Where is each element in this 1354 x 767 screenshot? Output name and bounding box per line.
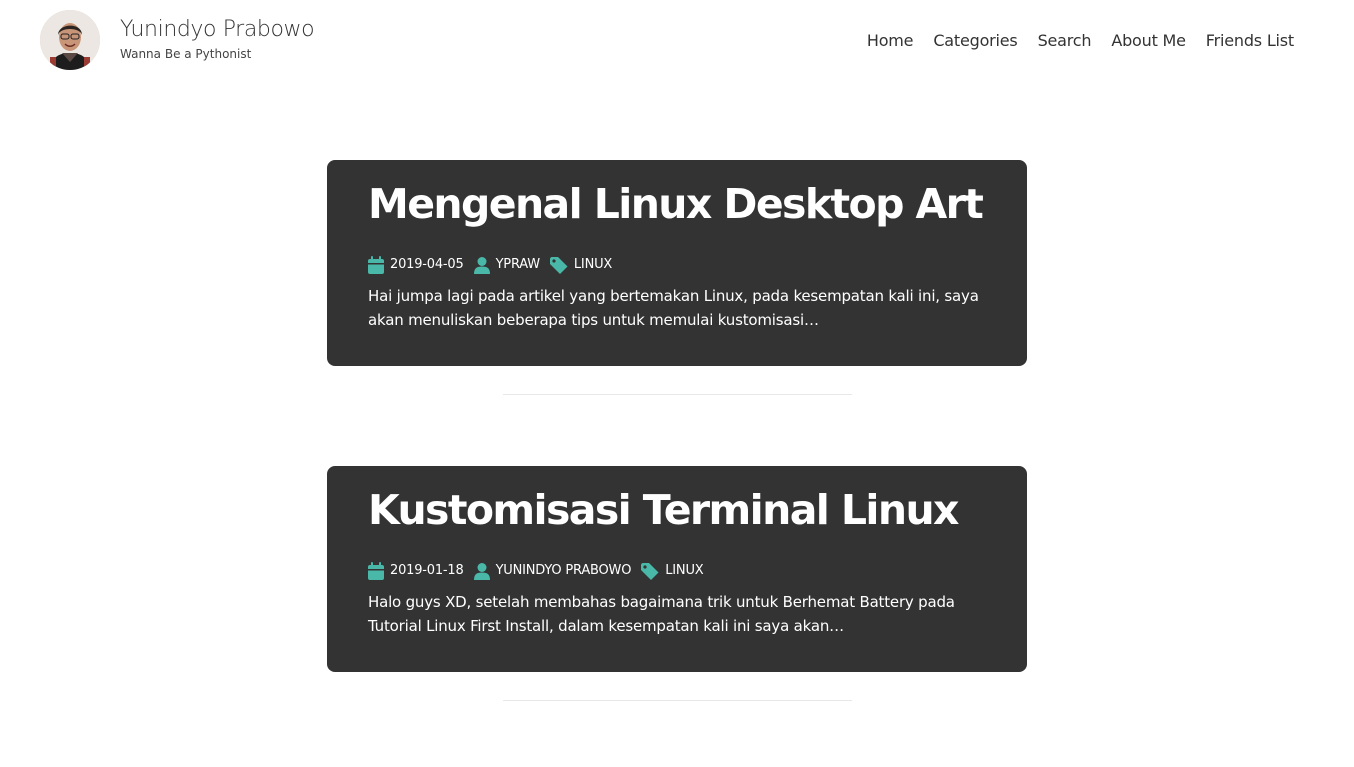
main-nav: Home Categories Search About Me Friends … [867, 30, 1294, 52]
site-title[interactable]: Yunindyo Prabowo [120, 16, 315, 44]
post-category-text[interactable]: LINUX [574, 255, 612, 275]
post-date: 2019-04-05 [368, 255, 464, 275]
calendar-icon [368, 256, 384, 274]
post-excerpt: Hai jumpa lagi pada artikel yang bertema… [368, 287, 979, 329]
post-card[interactable]: Kustomisasi Terminal Linux 2019-01-18 YU… [327, 466, 1027, 672]
post-category[interactable]: LINUX [641, 561, 704, 581]
nav-friends-list[interactable]: Friends List [1206, 30, 1294, 52]
avatar[interactable] [40, 10, 100, 70]
post-divider [503, 394, 852, 395]
post-category-text[interactable]: LINUX [665, 561, 703, 581]
post-card[interactable]: Mengenal Linux Desktop Art 2019-04-05 YP… [327, 160, 1027, 366]
post-author[interactable]: YUNINDYO PRABOWO [473, 561, 632, 581]
user-icon [473, 562, 490, 580]
post-meta: 2019-01-18 YUNINDYO PRABOWO LINUX [368, 561, 713, 581]
nav-home[interactable]: Home [867, 30, 914, 52]
avatar-portrait-icon [40, 10, 100, 70]
nav-about-me[interactable]: About Me [1111, 30, 1186, 52]
user-icon [473, 256, 490, 274]
post-title[interactable]: Mengenal Linux Desktop Art [368, 180, 984, 228]
nav-search[interactable]: Search [1038, 30, 1092, 52]
post-divider [503, 700, 852, 701]
site-header: Yunindyo Prabowo Wanna Be a Pythonist Ho… [0, 0, 1354, 82]
post-date: 2019-01-18 [368, 561, 464, 581]
post-author[interactable]: YPRAW [473, 255, 541, 275]
post-author-text[interactable]: YPRAW [496, 255, 541, 275]
calendar-icon [368, 562, 384, 580]
post-date-text: 2019-04-05 [390, 257, 464, 272]
post-author-text[interactable]: YUNINDYO PRABOWO [496, 561, 632, 581]
tag-icon [641, 562, 659, 580]
post-excerpt: Halo guys XD, setelah membahas bagaimana… [368, 593, 955, 635]
site-subtitle: Wanna Be a Pythonist [120, 47, 252, 61]
post-date-text: 2019-01-18 [390, 563, 464, 578]
post-title[interactable]: Kustomisasi Terminal Linux [368, 486, 960, 534]
post-category[interactable]: LINUX [549, 255, 612, 275]
tag-icon [549, 256, 568, 274]
nav-categories[interactable]: Categories [933, 30, 1017, 52]
post-meta: 2019-04-05 YPRAW LINUX [368, 255, 622, 275]
